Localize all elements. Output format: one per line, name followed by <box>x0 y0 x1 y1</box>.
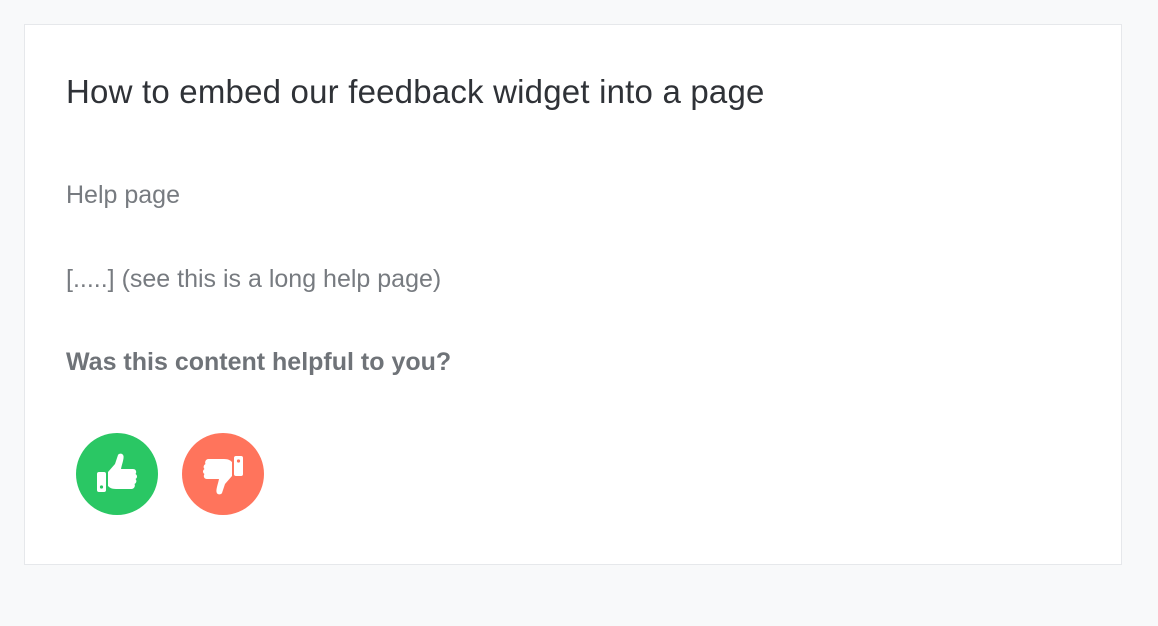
thumbs-up-icon <box>93 450 141 498</box>
thumbs-down-icon <box>199 450 247 498</box>
feedback-question: Was this content helpful to you? <box>66 348 452 376</box>
thumbs-down-button[interactable] <box>182 433 264 515</box>
help-article-card: How to embed our feedback widget into a … <box>24 24 1122 565</box>
article-paragraph: [.....] (see this is a long help page) <box>66 265 442 293</box>
page-title: How to embed our feedback widget into a … <box>66 73 765 110</box>
thumbs-up-button[interactable] <box>76 433 158 515</box>
article-paragraph: Help page <box>66 181 180 209</box>
